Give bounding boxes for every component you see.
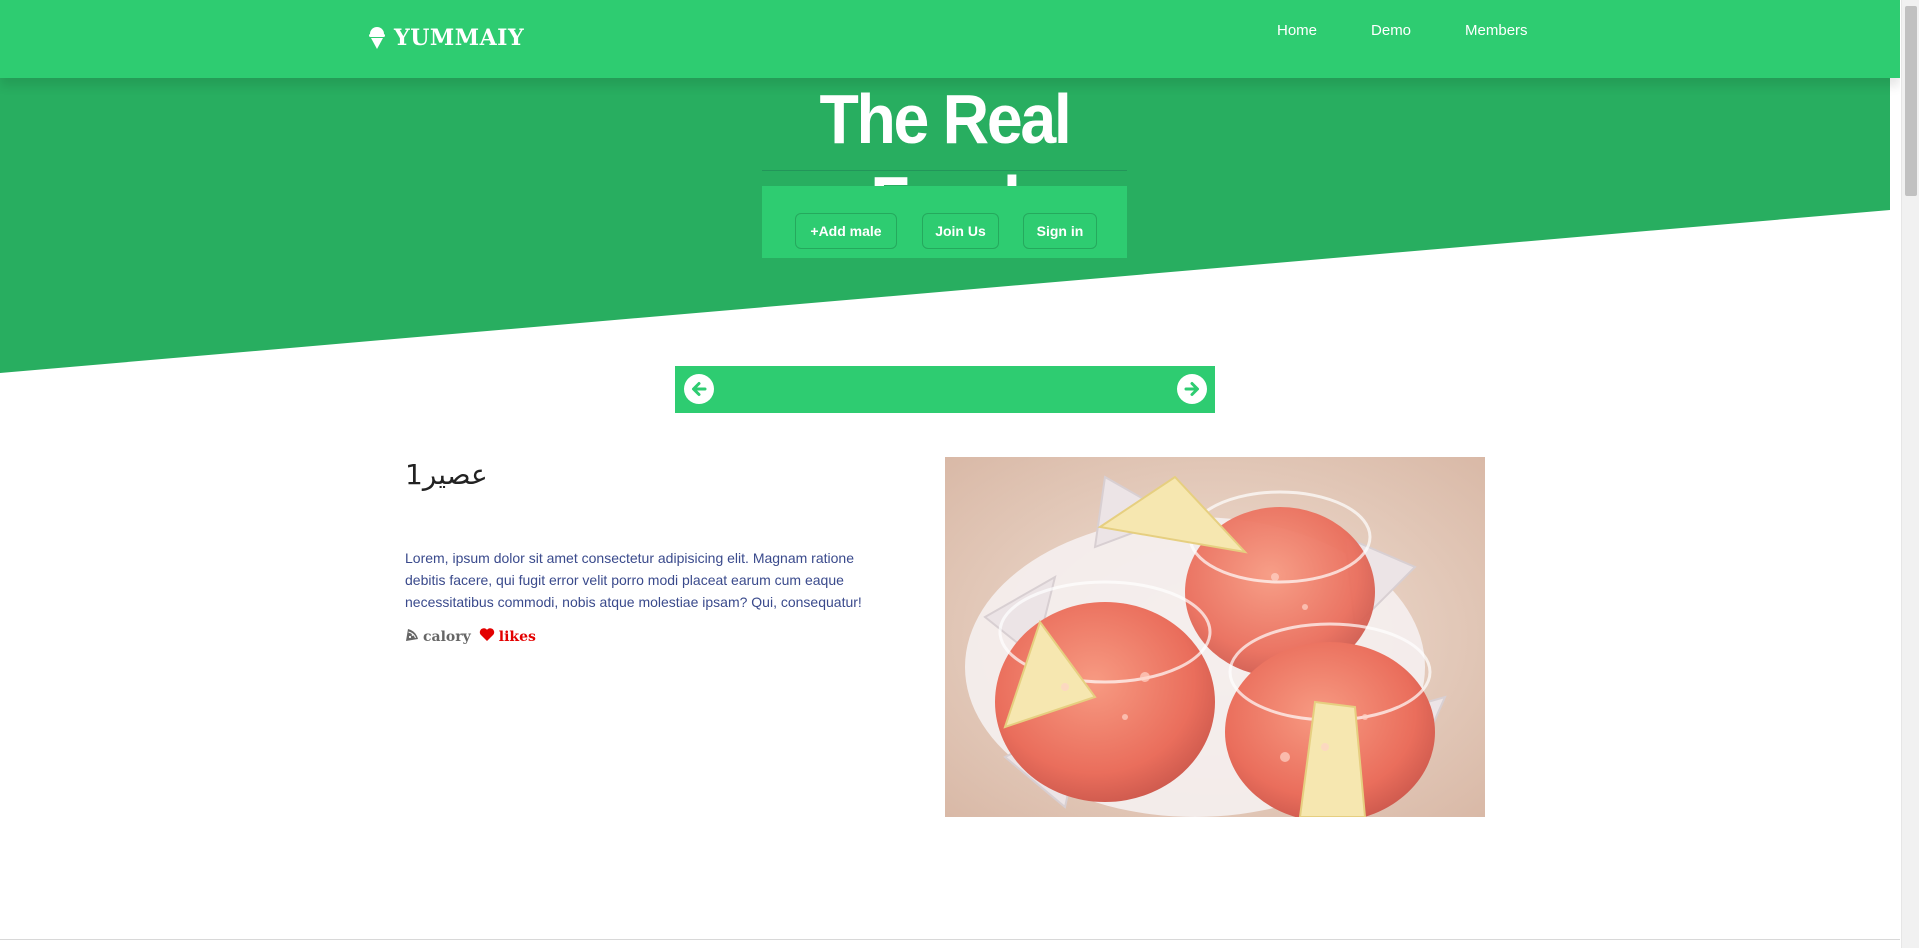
- calory-label: calory: [423, 628, 471, 645]
- scrollbar-thumb[interactable]: [1905, 6, 1917, 196]
- nav-members[interactable]: Members: [1438, 22, 1555, 39]
- brand-logo[interactable]: YUMMAIY: [368, 25, 524, 51]
- sign-in-button[interactable]: Sign in: [1023, 213, 1097, 249]
- arrow-right-circle-icon[interactable]: [1177, 374, 1207, 404]
- cta-panel: +Add male Join Us Sign in: [762, 186, 1127, 258]
- main-nav: Home Demo Members: [1250, 22, 1555, 39]
- brand-name: YUMMAIY: [394, 25, 525, 51]
- likes-label: likes: [498, 628, 536, 645]
- arrow-left-circle-icon[interactable]: [684, 374, 714, 404]
- pizza-slice-icon: [405, 628, 419, 646]
- juice-glasses-photo: [945, 457, 1485, 817]
- calory-info: calory: [405, 628, 471, 646]
- slider-controls: [675, 366, 1215, 413]
- item-description: Lorem, ipsum dolor sit amet consectetur …: [405, 550, 862, 610]
- add-meal-button[interactable]: +Add male: [795, 213, 897, 249]
- vertical-scrollbar[interactable]: [1901, 0, 1919, 948]
- join-us-button[interactable]: Join Us: [922, 213, 999, 249]
- page: YUMMAIY Home Demo Members The Real Food …: [0, 0, 1900, 948]
- ice-cream-icon: [368, 26, 386, 50]
- bottom-divider: [0, 939, 1900, 940]
- item-title: عصير1: [405, 458, 488, 491]
- navbar: YUMMAIY Home Demo Members: [0, 0, 1900, 78]
- nav-home[interactable]: Home: [1250, 22, 1344, 39]
- heart-icon: [479, 627, 495, 646]
- nav-demo[interactable]: Demo: [1344, 22, 1438, 39]
- hero-divider: [762, 170, 1127, 171]
- likes-button[interactable]: likes: [479, 627, 536, 646]
- item-meta: calory likes: [405, 627, 536, 646]
